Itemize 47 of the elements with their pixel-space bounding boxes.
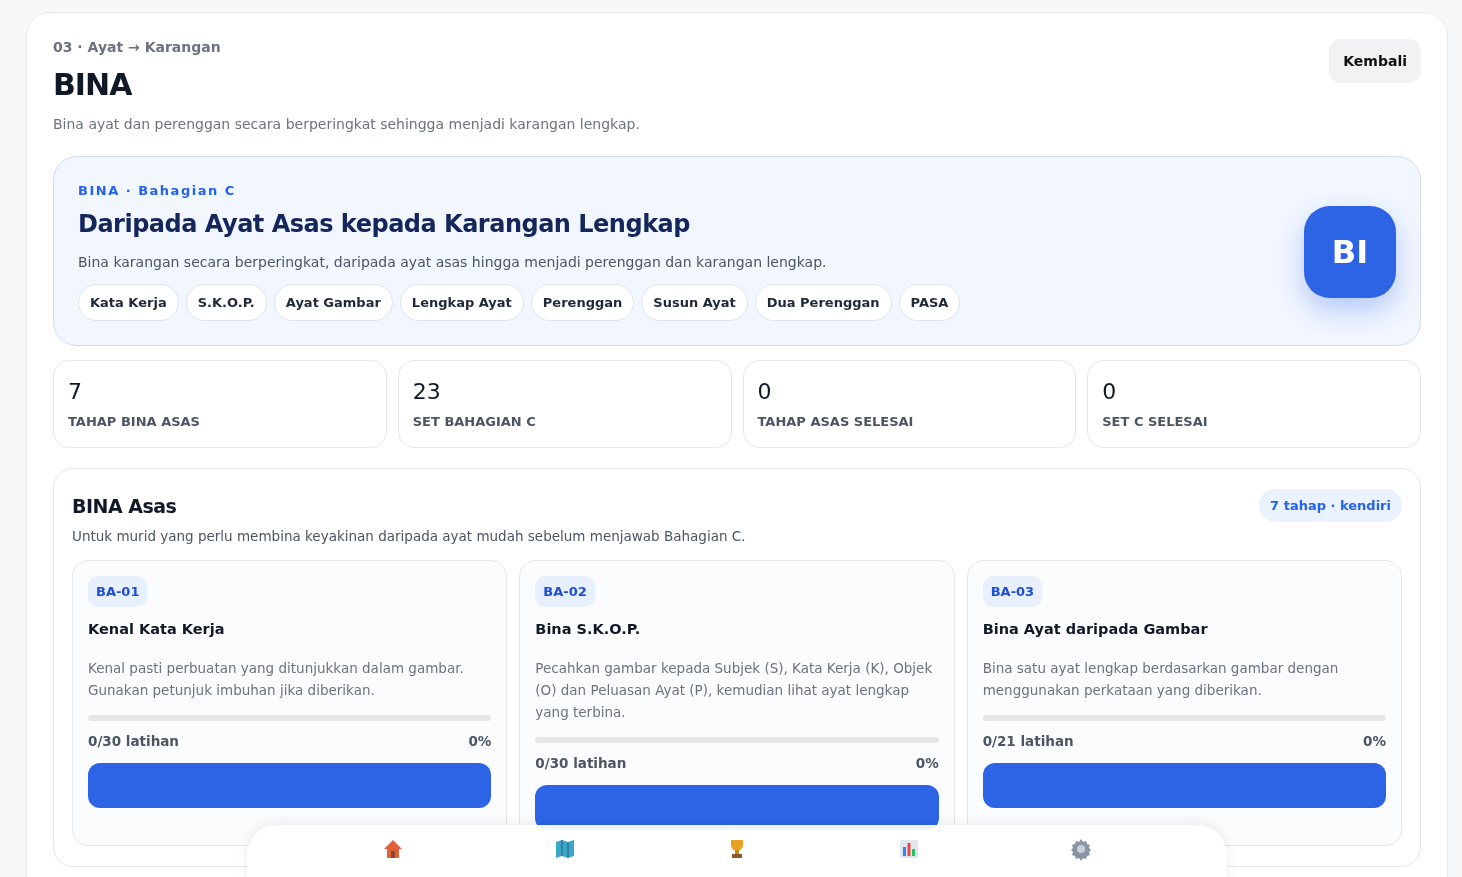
hero-eyebrow: BINA · Bahagian C: [78, 183, 237, 198]
stat-label: SET BAHAGIAN C: [412, 414, 537, 429]
start-button[interactable]: [88, 763, 492, 808]
topic-chip: Ayat Gambar: [273, 284, 393, 321]
progress-count: 0/21 latihan: [982, 733, 1074, 749]
progress-percent: 0%: [1363, 733, 1386, 749]
stat-value: 7: [68, 379, 83, 404]
level-code: BA-01: [88, 576, 148, 607]
section-title: BINA Asas: [72, 494, 177, 517]
progress-count: 0/30 latihan: [535, 755, 627, 771]
stat-value: 0: [757, 379, 773, 404]
topic-chip: Perenggan: [530, 284, 635, 321]
start-button[interactable]: [982, 763, 1386, 808]
stat-label: SET C SELESAI: [1102, 414, 1209, 429]
page-title: BINA: [53, 67, 133, 102]
section-description: Untuk murid yang perlu membina keyakinan daripada ayat mudah sebelum menjawab Bahagian C.: [72, 528, 747, 544]
level-description: Kenal pasti perbuatan yang ditunjukkan dalam gambar. Gunakan petunjuk imbuhan jika diberikan.: [88, 659, 465, 700]
level-description: Pecahkan gambar kepada Subjek (S), Kata Kerja (K), Objek (O) dan Peluasan Ayat (P), kemudian lihat ayat lengkap yang terbina.: [535, 659, 934, 722]
stat-label: TAHAP BINA ASAS: [68, 414, 201, 429]
chart-icon[interactable]: [897, 837, 921, 861]
back-button[interactable]: Kembali: [1329, 39, 1421, 83]
subject-logo: BI: [1304, 206, 1396, 298]
gear-icon[interactable]: [1069, 837, 1093, 861]
map-icon[interactable]: [553, 837, 577, 861]
level-description: Bina satu ayat lengkap berdasarkan gambar dengan menggunakan perkataan yang diberikan.: [982, 659, 1340, 700]
topic-chip: PASA: [898, 284, 961, 321]
level-code: BA-03: [982, 576, 1043, 607]
progress-percent: 0%: [468, 733, 492, 749]
page-subtitle: Bina ayat dan perenggan secara berperingkat sehingga menjadi karangan lengkap.: [53, 116, 641, 132]
hero-description: Bina karangan secara berperingkat, daripada ayat asas hingga menjadi perenggan dan karangan lengkap.: [78, 254, 828, 270]
stat-label: TAHAP ASAS SELESAI: [757, 414, 915, 429]
stat-value: 0: [1102, 379, 1118, 404]
level-title: Kenal Kata Kerja: [88, 621, 226, 637]
progress-count: 0/30 latihan: [88, 733, 179, 749]
breadcrumb: 03 · Ayat → Karangan: [53, 39, 221, 55]
topic-chip: S.K.O.P.: [185, 284, 267, 321]
topic-chip: Dua Perenggan: [754, 284, 892, 321]
hero-title: Daripada Ayat Asas kepada Karangan Lengkap: [78, 210, 691, 238]
topic-chip: Lengkap Ayat: [399, 284, 524, 321]
level-title: Bina S.K.O.P.: [535, 621, 642, 637]
stat-value: 23: [412, 379, 442, 404]
level-code: BA-02: [535, 576, 595, 607]
progress-percent: 0%: [915, 755, 939, 771]
topic-chip: Kata Kerja: [78, 284, 179, 321]
section-badge: 7 tahap · kendiri: [1259, 489, 1402, 522]
topic-chip: Susun Ayat: [641, 284, 748, 321]
level-title: Bina Ayat daripada Gambar: [982, 621, 1209, 637]
